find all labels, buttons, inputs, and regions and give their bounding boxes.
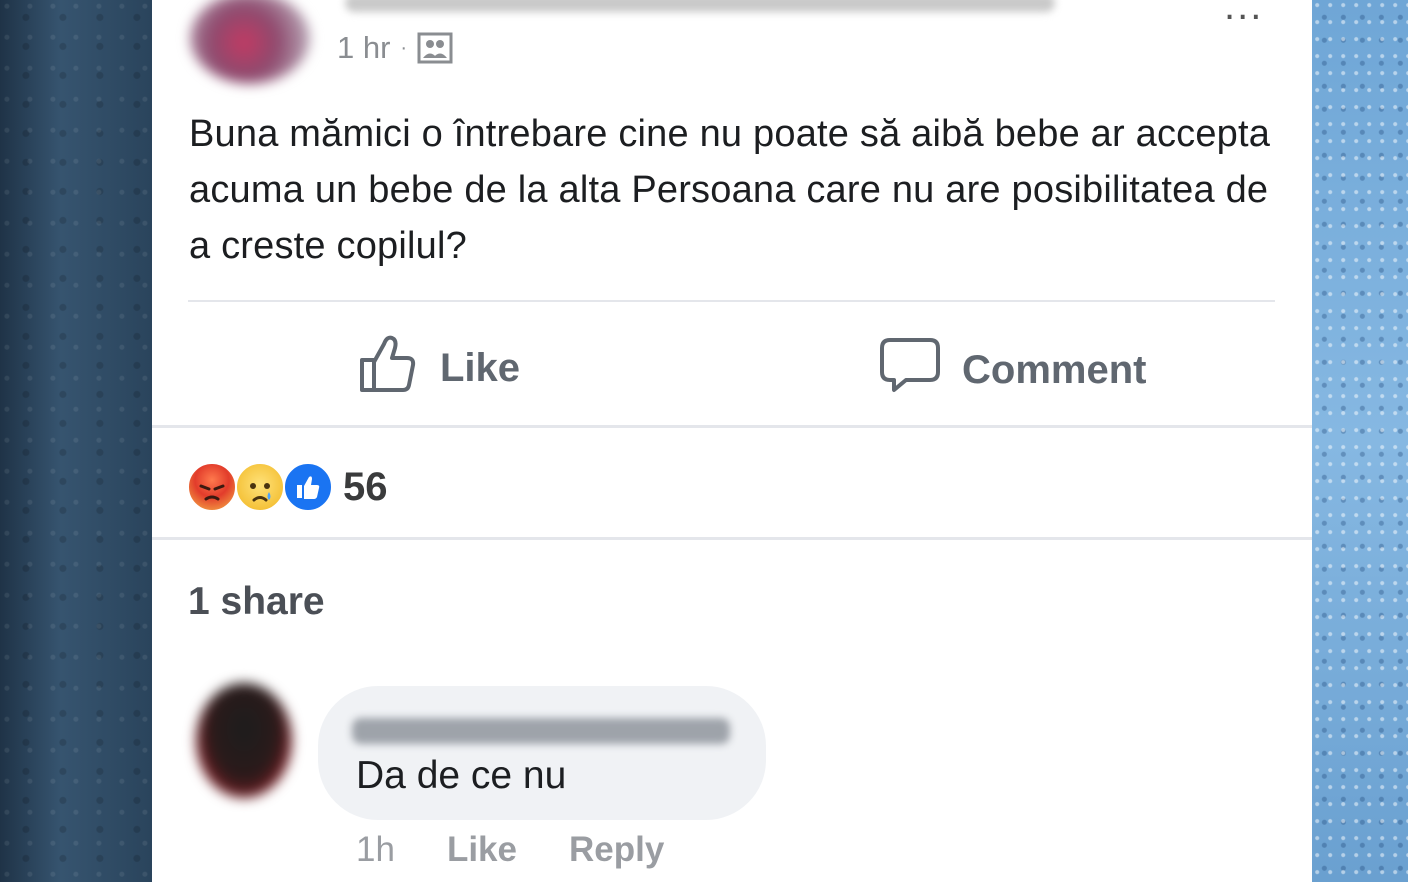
like-label: Like	[440, 345, 521, 390]
comment-button[interactable]: Comment	[880, 336, 1146, 404]
reactions-summary[interactable]: 56	[187, 462, 388, 512]
comment-label: Comment	[962, 347, 1147, 392]
meta-separator: ·	[400, 36, 408, 59]
like-button[interactable]: Like	[358, 332, 520, 404]
background-right	[1312, 0, 1408, 882]
comment-text: Da de ce nu	[356, 754, 567, 797]
divider	[188, 300, 1275, 302]
like-emoji-icon	[283, 462, 333, 512]
comment-bubble-icon	[880, 336, 940, 404]
divider	[152, 425, 1312, 428]
background-left	[0, 0, 152, 882]
reaction-count: 56	[343, 464, 388, 509]
comment-actions: 1h Like Reply	[356, 830, 664, 870]
post-meta: 1 hr ·	[337, 28, 453, 68]
friends-icon[interactable]	[417, 31, 453, 65]
comment-bubble	[318, 686, 766, 820]
comment-like-button[interactable]: Like	[447, 830, 517, 870]
more-options-icon[interactable]: ...	[1224, 0, 1263, 26]
thumbs-up-icon	[358, 332, 418, 404]
comment-time[interactable]: 1h	[356, 830, 395, 870]
divider	[152, 537, 1312, 540]
angry-emoji-icon	[187, 462, 237, 512]
comment-reply-button[interactable]: Reply	[569, 830, 664, 870]
post-time[interactable]: 1 hr	[337, 30, 390, 66]
post-text: Buna mămici o întrebare cine nu poate să…	[189, 113, 1271, 267]
commenter-avatar[interactable]	[196, 683, 292, 798]
commenter-name-blurred[interactable]	[352, 718, 730, 744]
share-count[interactable]: 1 share	[188, 580, 325, 624]
author-name-blurred[interactable]	[345, 0, 1055, 12]
sad-emoji-icon	[235, 462, 285, 512]
